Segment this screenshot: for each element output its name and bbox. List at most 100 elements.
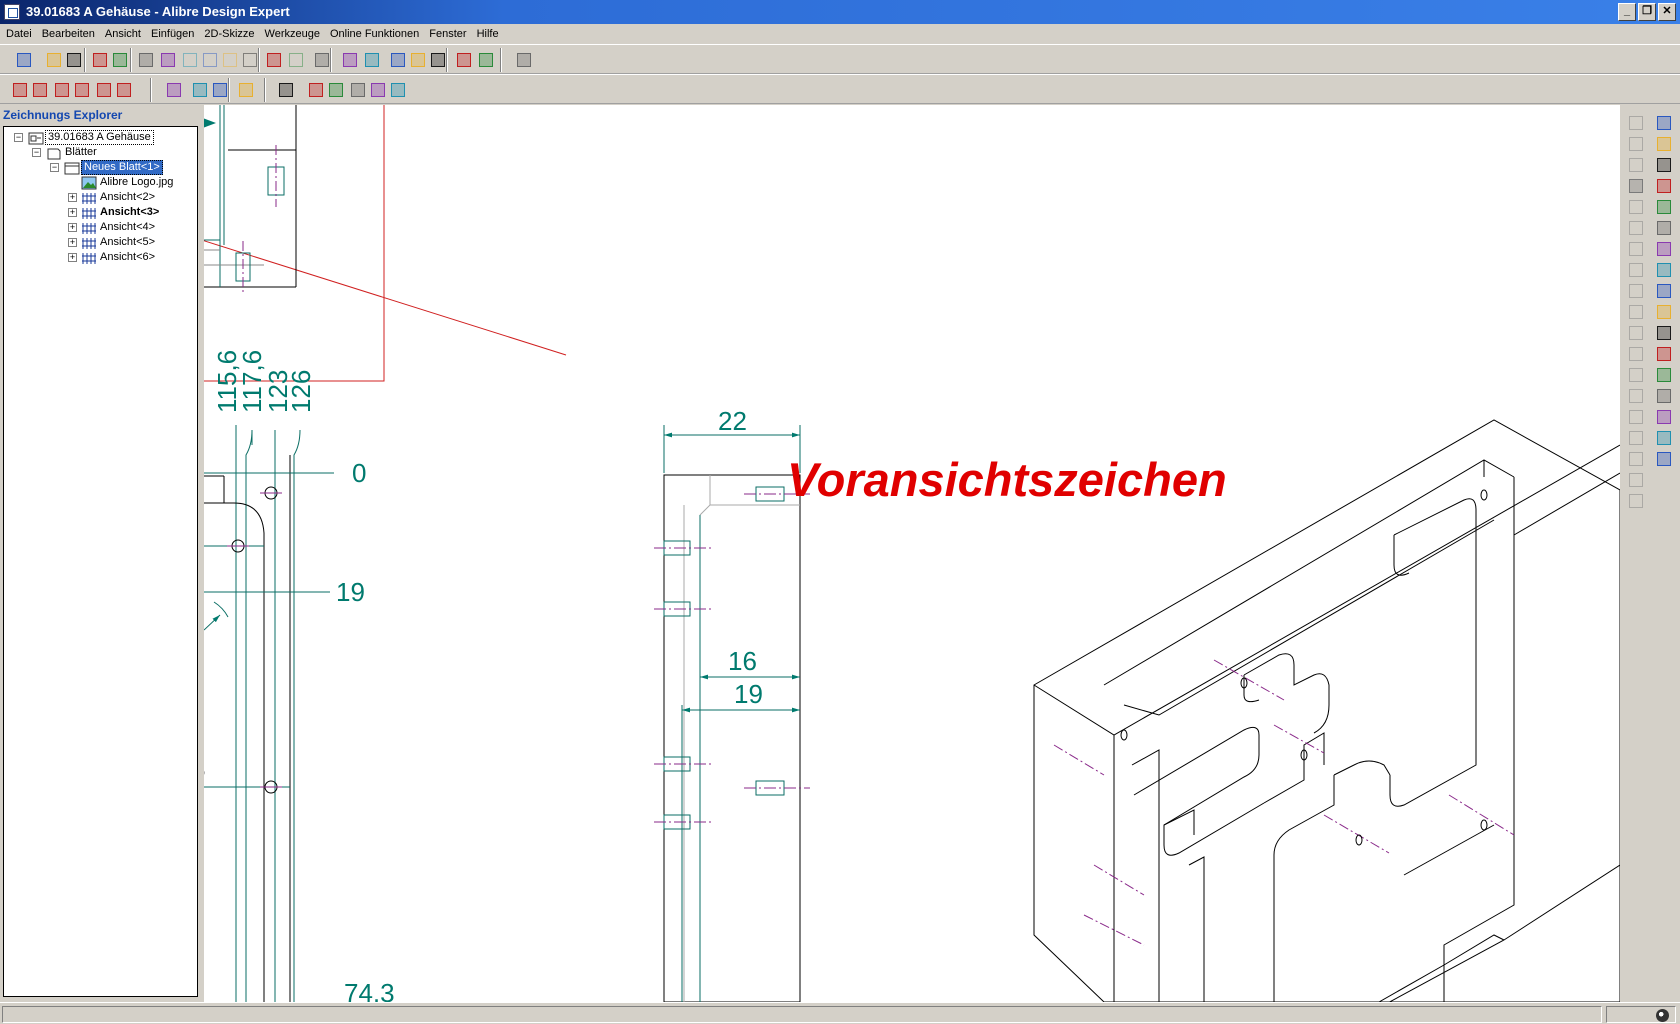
fill-icon[interactable]: [94, 80, 114, 100]
dimension-icon[interactable]: [1654, 323, 1672, 341]
copy-icon[interactable]: [200, 50, 220, 70]
new-icon[interactable]: [14, 50, 34, 70]
expand-icon[interactable]: +: [68, 253, 77, 262]
view-standard-icon[interactable]: [164, 80, 184, 100]
view-crop-icon[interactable]: [326, 80, 346, 100]
layer-icon[interactable]: [114, 80, 134, 100]
minimize-button[interactable]: _: [1618, 3, 1636, 21]
menu-fenster[interactable]: Fenster: [425, 24, 472, 44]
ellipse-icon[interactable]: [30, 80, 50, 100]
view-projection-icon[interactable]: [348, 80, 368, 100]
paste-icon[interactable]: [220, 50, 240, 70]
surface-icon[interactable]: [1654, 281, 1672, 299]
cross-icon[interactable]: [1626, 134, 1644, 152]
hatch-icon[interactable]: [1626, 365, 1644, 383]
export-all-icon[interactable]: [110, 50, 130, 70]
ellipse2-icon[interactable]: [1626, 344, 1644, 362]
open-icon[interactable]: [44, 50, 64, 70]
collapse-icon[interactable]: −: [50, 163, 59, 172]
dot-icon[interactable]: [1626, 281, 1644, 299]
view-auxiliary-icon[interactable]: [236, 80, 256, 100]
undo-icon[interactable]: [264, 50, 284, 70]
mirror-icon[interactable]: [1626, 491, 1644, 509]
explorer-tree[interactable]: − 39.01683 A Gehäuse − Blätter − Neues B…: [3, 126, 198, 997]
symbol-icon[interactable]: [1654, 239, 1672, 257]
sketch-line-icon[interactable]: [10, 80, 30, 100]
menu-einfuegen[interactable]: Einfügen: [147, 24, 200, 44]
pdf-export-icon[interactable]: [514, 50, 534, 70]
close-button[interactable]: ✕: [1658, 3, 1676, 21]
menu-online-funktionen[interactable]: Online Funktionen: [326, 24, 425, 44]
app-icon[interactable]: [4, 4, 20, 20]
grid-icon[interactable]: [1626, 113, 1644, 131]
tree-label-view: Ansicht<4>: [100, 221, 156, 233]
view-delete-icon[interactable]: [388, 80, 408, 100]
check-icon[interactable]: [1654, 386, 1672, 404]
expand-icon[interactable]: +: [68, 223, 77, 232]
print-preview-icon[interactable]: [158, 50, 178, 70]
explorer-title: Zeichnungs Explorer: [3, 108, 123, 122]
zoom-fit-icon[interactable]: [408, 50, 428, 70]
weld-icon[interactable]: [1654, 302, 1672, 320]
restore-button[interactable]: ❐: [1638, 3, 1656, 21]
menu-werkzeuge[interactable]: Werkzeuge: [261, 24, 326, 44]
extend-icon[interactable]: [1626, 407, 1644, 425]
zoom-in-icon[interactable]: [362, 50, 382, 70]
circle-icon[interactable]: [1626, 218, 1644, 236]
menu-hilfe[interactable]: Hilfe: [473, 24, 505, 44]
datum-icon[interactable]: [1654, 260, 1672, 278]
view-detail-icon[interactable]: [190, 80, 210, 100]
redo-icon[interactable]: [286, 50, 306, 70]
drawing-canvas[interactable]: 115,6 117,6 123 126 0 19 74,3 22 16 19 V…: [200, 105, 1620, 1002]
gdt-icon[interactable]: [1654, 365, 1672, 383]
measure-icon[interactable]: [1654, 428, 1672, 446]
arrow-icon[interactable]: [1626, 176, 1644, 194]
arc-icon[interactable]: [1626, 239, 1644, 257]
collapse-icon[interactable]: −: [32, 148, 41, 157]
zoom-window-icon[interactable]: [388, 50, 408, 70]
trim-icon[interactable]: [1626, 386, 1644, 404]
print-icon[interactable]: [136, 50, 156, 70]
menu-2d-skizze[interactable]: 2D-Skizze: [200, 24, 260, 44]
rect-icon[interactable]: [1626, 260, 1644, 278]
balloon-icon[interactable]: [1654, 176, 1672, 194]
sheet-icon[interactable]: [1654, 134, 1672, 152]
line-icon[interactable]: [1626, 155, 1644, 173]
view-break-icon[interactable]: [276, 80, 296, 100]
line2-icon[interactable]: [1626, 197, 1644, 215]
chamfer-icon[interactable]: [1626, 449, 1644, 467]
menu-bearbeiten[interactable]: Bearbeiten: [38, 24, 101, 44]
table-icon[interactable]: [1654, 155, 1672, 173]
layers-icon[interactable]: [1654, 449, 1672, 467]
save-icon[interactable]: [64, 50, 84, 70]
center-mark-icon[interactable]: [1654, 344, 1672, 362]
delete-icon[interactable]: [240, 50, 260, 70]
offset-icon[interactable]: [1626, 470, 1644, 488]
collapse-icon[interactable]: −: [14, 133, 23, 142]
pdf-icon[interactable]: [476, 50, 496, 70]
fillet-icon[interactable]: [1626, 428, 1644, 446]
cut-icon[interactable]: [180, 50, 200, 70]
hole-table-icon[interactable]: [1654, 218, 1672, 236]
menu-ansicht[interactable]: Ansicht: [101, 24, 147, 44]
point-icon[interactable]: [1626, 323, 1644, 341]
expand-icon[interactable]: +: [68, 208, 77, 217]
view-section-icon[interactable]: [210, 80, 230, 100]
menu-datei[interactable]: Datei: [2, 24, 38, 44]
view-broken-icon[interactable]: [306, 80, 326, 100]
view-3d-icon[interactable]: [368, 80, 388, 100]
export-icon[interactable]: [90, 50, 110, 70]
note-icon[interactable]: [1654, 197, 1672, 215]
view-icon: [82, 223, 96, 234]
spline-icon[interactable]: [1626, 302, 1644, 320]
forward-icon[interactable]: [454, 50, 474, 70]
angle-icon[interactable]: [1654, 407, 1672, 425]
pan-icon[interactable]: [340, 50, 360, 70]
text-icon[interactable]: [72, 80, 92, 100]
rectangle-icon[interactable]: [52, 80, 72, 100]
new-sheet-icon[interactable]: [1654, 113, 1672, 131]
select-icon[interactable]: [312, 50, 332, 70]
expand-icon[interactable]: +: [68, 238, 77, 247]
expand-icon[interactable]: +: [68, 193, 77, 202]
back-icon[interactable]: [428, 50, 448, 70]
